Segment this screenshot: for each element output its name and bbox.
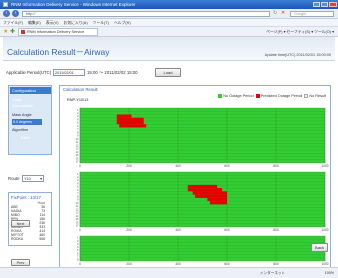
tick-label: 800 <box>273 262 279 266</box>
tick-label: 600 <box>224 164 230 168</box>
tab-title: RNM Information Delivery Service <box>27 30 85 34</box>
ie-icon <box>3 2 8 7</box>
menu-bar: ファイル(F) 編集(E) 表示(V) お気に入り(A) ツール(T) ヘルプ(… <box>0 19 338 27</box>
page-header: Calculation Result－Airway Update time(UT… <box>3 37 335 61</box>
outage-bar <box>192 191 227 195</box>
browser-tab[interactable]: RNM Information Delivery Service <box>18 28 98 36</box>
tick-label: 0 <box>79 228 81 232</box>
row-label: 17 <box>76 224 79 228</box>
favorites-star-icon[interactable]: ★ <box>3 28 8 35</box>
chevron-down-icon: ▾ <box>40 177 42 181</box>
outage-bar <box>207 197 227 202</box>
url-input[interactable]: http:// <box>22 11 270 17</box>
chart-plot-area <box>79 171 326 228</box>
row-label: 8 <box>77 258 79 262</box>
mask-angle-value: 5.0 degrees <box>12 119 42 125</box>
command-bar[interactable]: ページ(P) ▾ セーフティ(S) ▾ ツール(O) ▾ <box>266 27 334 37</box>
period-start-input[interactable]: 2011/02/01 <box>53 69 85 76</box>
security-zone: インターネット <box>260 271 286 275</box>
menu-edit[interactable]: 編集(E) <box>28 21 41 25</box>
maximize-button[interactable] <box>321 2 328 7</box>
forward-arrow-icon[interactable]: › <box>12 10 19 17</box>
search-input[interactable]: Google <box>290 11 334 17</box>
outage-charts: 0 200 400 600 800 100012345678910111213141516… <box>76 108 329 266</box>
menu-tools[interactable]: ツール(T) <box>93 21 109 25</box>
menu-view[interactable]: 表示(V) <box>46 21 59 25</box>
update-time: Update time(UTC) 2011/02/01 15:00:00 <box>264 53 331 57</box>
window-title: RNM Information Delivery Service - Windo… <box>11 2 136 7</box>
prev-button[interactable]: Prev <box>11 259 30 266</box>
close-button[interactable] <box>329 2 337 7</box>
outage-bar <box>116 120 144 125</box>
status-bar: インターネット 100% <box>0 267 338 278</box>
tick-label: 1000 <box>321 164 328 168</box>
zoom-level[interactable]: 100% <box>325 268 334 278</box>
tick-label: 0 <box>79 164 81 168</box>
back-arrow-icon[interactable]: ‹ <box>3 10 10 17</box>
outage-bar <box>187 184 218 189</box>
outage-bar <box>187 188 223 192</box>
favorites-bar: ★ ✚ RNM Information Delivery Service ページ… <box>0 27 338 37</box>
next-button[interactable]: Next <box>11 220 30 227</box>
page-title: Calculation Result－Airway <box>7 47 110 57</box>
config-option-single[interactable]: Single <box>12 98 22 102</box>
fixpoint-value: 508 <box>39 237 45 241</box>
page-content: Calculation Result－Airway Update time(UT… <box>0 37 338 271</box>
outage-bar <box>116 117 144 121</box>
stop-icon[interactable]: ✕ <box>281 10 285 16</box>
outage-bar <box>119 124 147 128</box>
route-select-value: Y10 <box>24 177 31 181</box>
window-titlebar: RNM Information Delivery Service - Windo… <box>0 0 338 9</box>
algorithm-value: RAIM <box>21 136 30 140</box>
tick-label: 1000 <box>321 228 328 232</box>
menu-help[interactable]: ヘルプ(H) <box>114 21 131 25</box>
back-button[interactable]: Back <box>311 243 328 252</box>
browser-window: RNM Information Delivery Service - Windo… <box>0 0 338 278</box>
tick-label: 200 <box>126 164 132 168</box>
menu-favorites[interactable]: お気に入り(A) <box>64 21 88 25</box>
tick-label: 800 <box>273 228 279 232</box>
configuration-header: Configuration <box>10 87 51 94</box>
tick-label: 1000 <box>321 262 328 266</box>
site-icon <box>21 30 25 34</box>
refresh-icon[interactable]: ↻ <box>273 10 277 16</box>
tick-label: 600 <box>224 228 230 232</box>
outage-bar <box>209 201 227 205</box>
tick-label: 0 <box>79 262 81 266</box>
tick-label: 200 <box>126 262 132 266</box>
tick-label: 400 <box>175 228 181 232</box>
row-label: 17 <box>76 160 79 164</box>
fixpoint-name: RODKA <box>11 237 24 241</box>
load-button[interactable]: Load <box>155 68 181 77</box>
tick-label: 800 <box>273 164 279 168</box>
left-panel: Configuration Single Multi-satellite Mas… <box>8 85 56 266</box>
minimize-button[interactable] <box>313 2 320 7</box>
result-panel: Calculation Result RNP-Y10/13 No Outage … <box>59 85 331 271</box>
configuration-box: Configuration Single Multi-satellite Mas… <box>8 85 52 155</box>
tick-label: 400 <box>175 262 181 266</box>
tick-label: 400 <box>175 164 181 168</box>
period-range-text: 15:00 〜 2011/02/02 15:00 <box>87 70 138 75</box>
fixpoint-title: FixPoint : 13/17 <box>11 195 41 200</box>
route-select[interactable]: Y10 ▾ <box>22 175 44 182</box>
config-option-multi[interactable]: Multi-satellite <box>12 104 33 108</box>
fixpoint-box: FixPoint : 13/17 Hour ABE 36 NAGIA 73 MIBO 11… <box>8 192 52 246</box>
outage-bar <box>116 114 132 118</box>
tick-label: 600 <box>224 262 230 266</box>
add-favorite-icon[interactable]: ✚ <box>10 28 15 35</box>
tick-label: 200 <box>126 228 132 232</box>
period-label: Applicable Period(UTC) <box>6 70 52 75</box>
address-bar: ‹ › http:// ↻ ✕ Google <box>0 9 338 19</box>
fixpoint-row[interactable]: RODKA 508 <box>11 237 49 241</box>
route-label: Route <box>8 176 20 181</box>
mask-angle-label: Mask Angle <box>12 113 32 117</box>
menu-file[interactable]: ファイル(F) <box>3 21 23 25</box>
outage-bar <box>195 194 227 198</box>
algorithm-label: Algorithm <box>12 128 29 132</box>
